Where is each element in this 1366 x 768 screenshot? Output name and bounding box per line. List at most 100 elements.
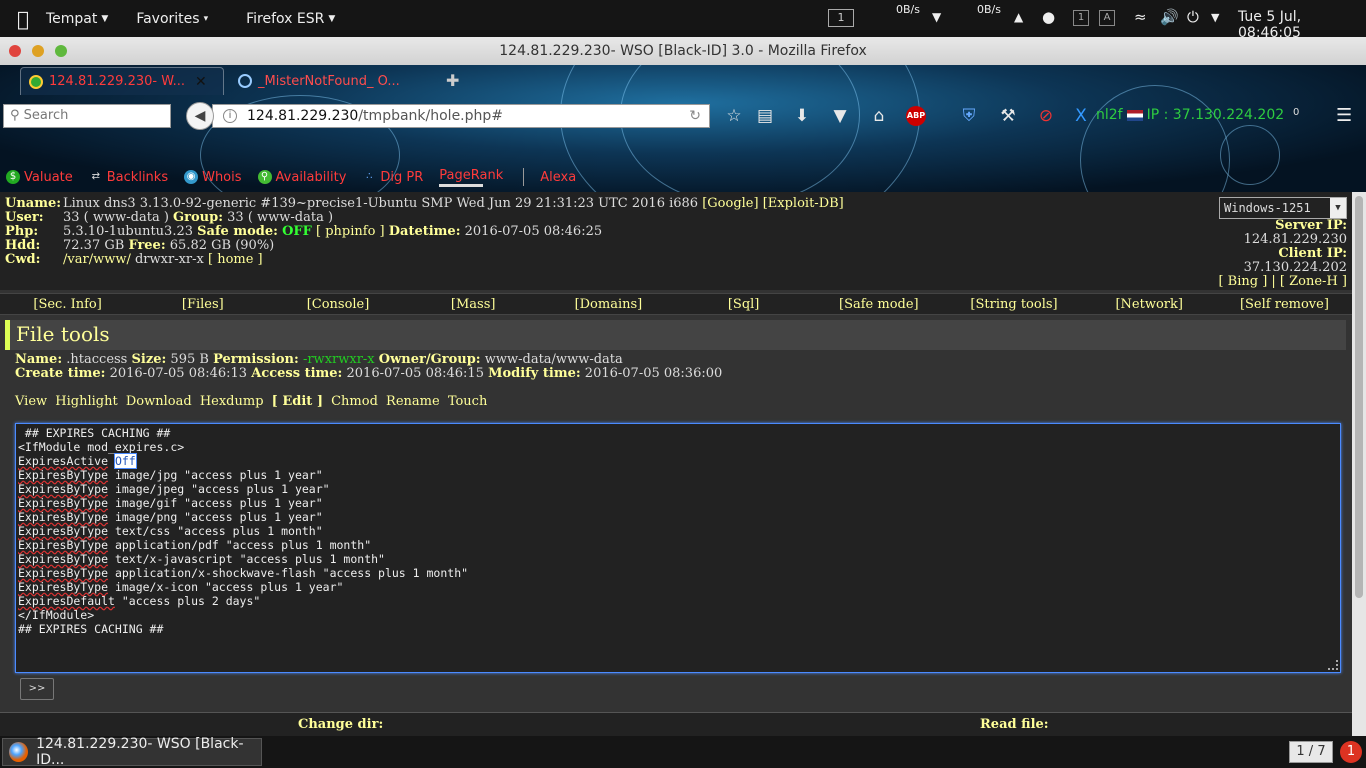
home-link[interactable]: [ home ] <box>208 252 263 267</box>
net-down-rate: 0B/s <box>896 3 920 16</box>
bookmark-whois[interactable]: ◉ Whois <box>184 170 242 185</box>
download-icon[interactable]: ⬇ <box>791 106 813 126</box>
info-icon[interactable]: i <box>223 109 237 123</box>
bookmark-valuate[interactable]: $ Valuate <box>6 170 73 185</box>
tray-box-a[interactable]: A <box>1099 10 1115 26</box>
favorites-menu[interactable]: Favorites ▾ <box>136 11 208 27</box>
wifi-icon[interactable]: ≈ <box>1134 8 1147 26</box>
scrollbar-thumb[interactable] <box>1355 196 1363 598</box>
notification-badge[interactable]: 1 <box>1340 741 1362 763</box>
nav-self-remove[interactable]: [Self remove] <box>1217 297 1352 312</box>
charset-select[interactable]: Windows-1251 ▼ <box>1219 197 1347 219</box>
google-link[interactable]: [Google] <box>702 196 758 211</box>
bookmark-backlinks[interactable]: ⇄ Backlinks <box>89 170 169 185</box>
file-content-editor[interactable]: ## EXPIRES CACHING ## <IfModule mod_expir… <box>15 423 1341 673</box>
cwd-label: Cwd: <box>5 252 41 267</box>
reload-icon[interactable]: ↻ <box>689 105 701 127</box>
minimize-window-button[interactable] <box>32 45 44 57</box>
bookmark-alexa[interactable]: Alexa <box>540 170 576 185</box>
nav-sec-info[interactable]: [Sec. Info] <box>0 297 135 312</box>
editor-lines: ## EXPIRES CACHING ## <IfModule mod_expir… <box>18 426 1338 636</box>
page-scrollbar[interactable] <box>1352 192 1366 736</box>
action-edit[interactable]: [ Edit ] <box>272 394 323 409</box>
bookmark-availability[interactable]: ⚲ Availability <box>257 170 346 185</box>
back-button[interactable]: ◀ <box>186 102 214 130</box>
action-hexdump[interactable]: Hexdump <box>200 394 264 409</box>
volume-icon[interactable]: 🔊 <box>1160 8 1179 26</box>
cwd-row: Cwd: /var/www/ drwxr-xr-x [ home ] <box>5 252 263 267</box>
action-view[interactable]: View <box>15 394 47 409</box>
action-touch[interactable]: Touch <box>448 394 488 409</box>
taskbar-window-item[interactable]: 124.81.229.230- WSO [Black-ID... <box>2 736 262 768</box>
tab-wso[interactable]: 124.81.229.230- W... ✕ <box>20 67 224 95</box>
wrench-icon[interactable]: ⚒ <box>997 106 1019 126</box>
submit-button[interactable]: >> <box>20 678 54 700</box>
editor-line: ExpiresByType image/jpeg "access plus 1 … <box>18 482 330 496</box>
permission-label: Permission: <box>213 352 299 367</box>
close-icon[interactable]: ✕ <box>195 74 207 90</box>
adblock-plus-icon[interactable]: ABP <box>906 106 926 126</box>
url-host: 124.81.229.230 <box>247 108 359 124</box>
nav-safe-mode[interactable]: [Safe mode] <box>811 297 946 312</box>
places-menu-label: Tempat <box>46 10 98 27</box>
reading-list-icon[interactable]: ▤ <box>754 106 776 126</box>
phpinfo-link[interactable]: [ phpinfo ] <box>316 224 385 239</box>
resize-grip-icon[interactable] <box>1328 660 1338 670</box>
editor-line: ExpiresByType image/png "access plus 1 y… <box>18 510 323 524</box>
people-icon[interactable]: ● <box>1042 8 1055 26</box>
chevron-down-icon[interactable]: ▼ <box>1211 11 1219 24</box>
chevron-down-icon[interactable]: ▼ <box>932 10 941 24</box>
maximize-window-button[interactable] <box>55 45 67 57</box>
chevron-up-icon[interactable]: ▲ <box>1014 10 1023 24</box>
ip-indicator[interactable]: nl2f IP : 37.130.224.202 <box>1096 107 1284 123</box>
cwd-path-link[interactable]: /var/www/ <box>63 252 131 267</box>
user-value: 33 ( www-data ) <box>63 210 169 225</box>
search-icon: ⚲ <box>257 170 272 184</box>
nav-sql[interactable]: [Sql] <box>676 297 811 312</box>
power-icon[interactable]: ⏻ <box>1187 8 1199 26</box>
dollar-icon: $ <box>6 170 20 184</box>
close-window-button[interactable] <box>9 45 21 57</box>
nav-console[interactable]: [Console] <box>270 297 405 312</box>
firefox-app-menu[interactable]: Firefox ESR ▼ <box>246 11 335 27</box>
nav-network[interactable]: [Network] <box>1082 297 1217 312</box>
url-bar[interactable]: i 124.81.229.230/tmpbank/hole.php# ↻ <box>212 104 710 128</box>
home-icon[interactable]: ⌂ <box>868 106 890 126</box>
new-tab-icon[interactable]: ✚ <box>446 71 459 90</box>
exploitdb-link[interactable]: [Exploit-DB] <box>763 196 844 211</box>
file-owner: www-data/www-data <box>484 352 623 367</box>
nav-string-tools[interactable]: [String tools] <box>946 297 1081 312</box>
bookmark-label: Alexa <box>540 169 577 185</box>
bing-zoneh-links[interactable]: [ Bing ] | [ Zone-H ] <box>1218 274 1347 289</box>
action-rename[interactable]: Rename <box>386 394 440 409</box>
nav-mass[interactable]: [Mass] <box>406 297 541 312</box>
tray-box-1[interactable]: 1 <box>1073 10 1089 26</box>
access-time-label: Access time: <box>251 366 343 381</box>
window-title: 124.81.229.230- WSO [Black-ID] 3.0 - Moz… <box>499 43 867 59</box>
action-highlight[interactable]: Highlight <box>55 394 117 409</box>
file-permission: -rwxrwxr-x <box>302 352 375 367</box>
bookmark-dig-pr[interactable]: ∴ Dig PR <box>362 170 423 185</box>
pocket-icon[interactable]: ▼ <box>829 106 851 126</box>
no-flash-icon[interactable]: ⊘ <box>1035 106 1057 126</box>
tab-misternotfound[interactable]: _MisterNotFound_ O... <box>230 67 440 95</box>
bookmark-star-icon[interactable]: ☆ <box>723 106 745 126</box>
editor-line: ExpiresByType application/x-shockwave-fl… <box>18 566 469 580</box>
workspace-indicator[interactable]: 1 <box>828 9 854 27</box>
action-chmod[interactable]: Chmod <box>331 394 378 409</box>
search-input[interactable]: ⚲ Search <box>3 104 171 128</box>
hamburger-menu-icon[interactable]: ☰ <box>1336 105 1354 126</box>
bookmark-pagerank[interactable]: PageRank <box>439 168 503 187</box>
favorites-menu-label: Favorites <box>136 10 200 27</box>
x-extension-icon[interactable]: X <box>1070 106 1092 126</box>
apple-logo-icon[interactable]:  <box>0 7 46 31</box>
nav-domains[interactable]: [Domains] <box>541 297 676 312</box>
workspace-pager[interactable]: 1 / 7 <box>1289 741 1333 763</box>
places-menu[interactable]: Tempat ▼ <box>46 11 108 27</box>
globe-icon: ◉ <box>184 170 199 184</box>
action-download[interactable]: Download <box>126 394 192 409</box>
network-icon: ∴ <box>366 171 373 182</box>
nav-files[interactable]: [Files] <box>135 297 270 312</box>
bookmark-separator <box>523 168 525 186</box>
shield-icon[interactable]: ⛨ <box>958 106 980 126</box>
